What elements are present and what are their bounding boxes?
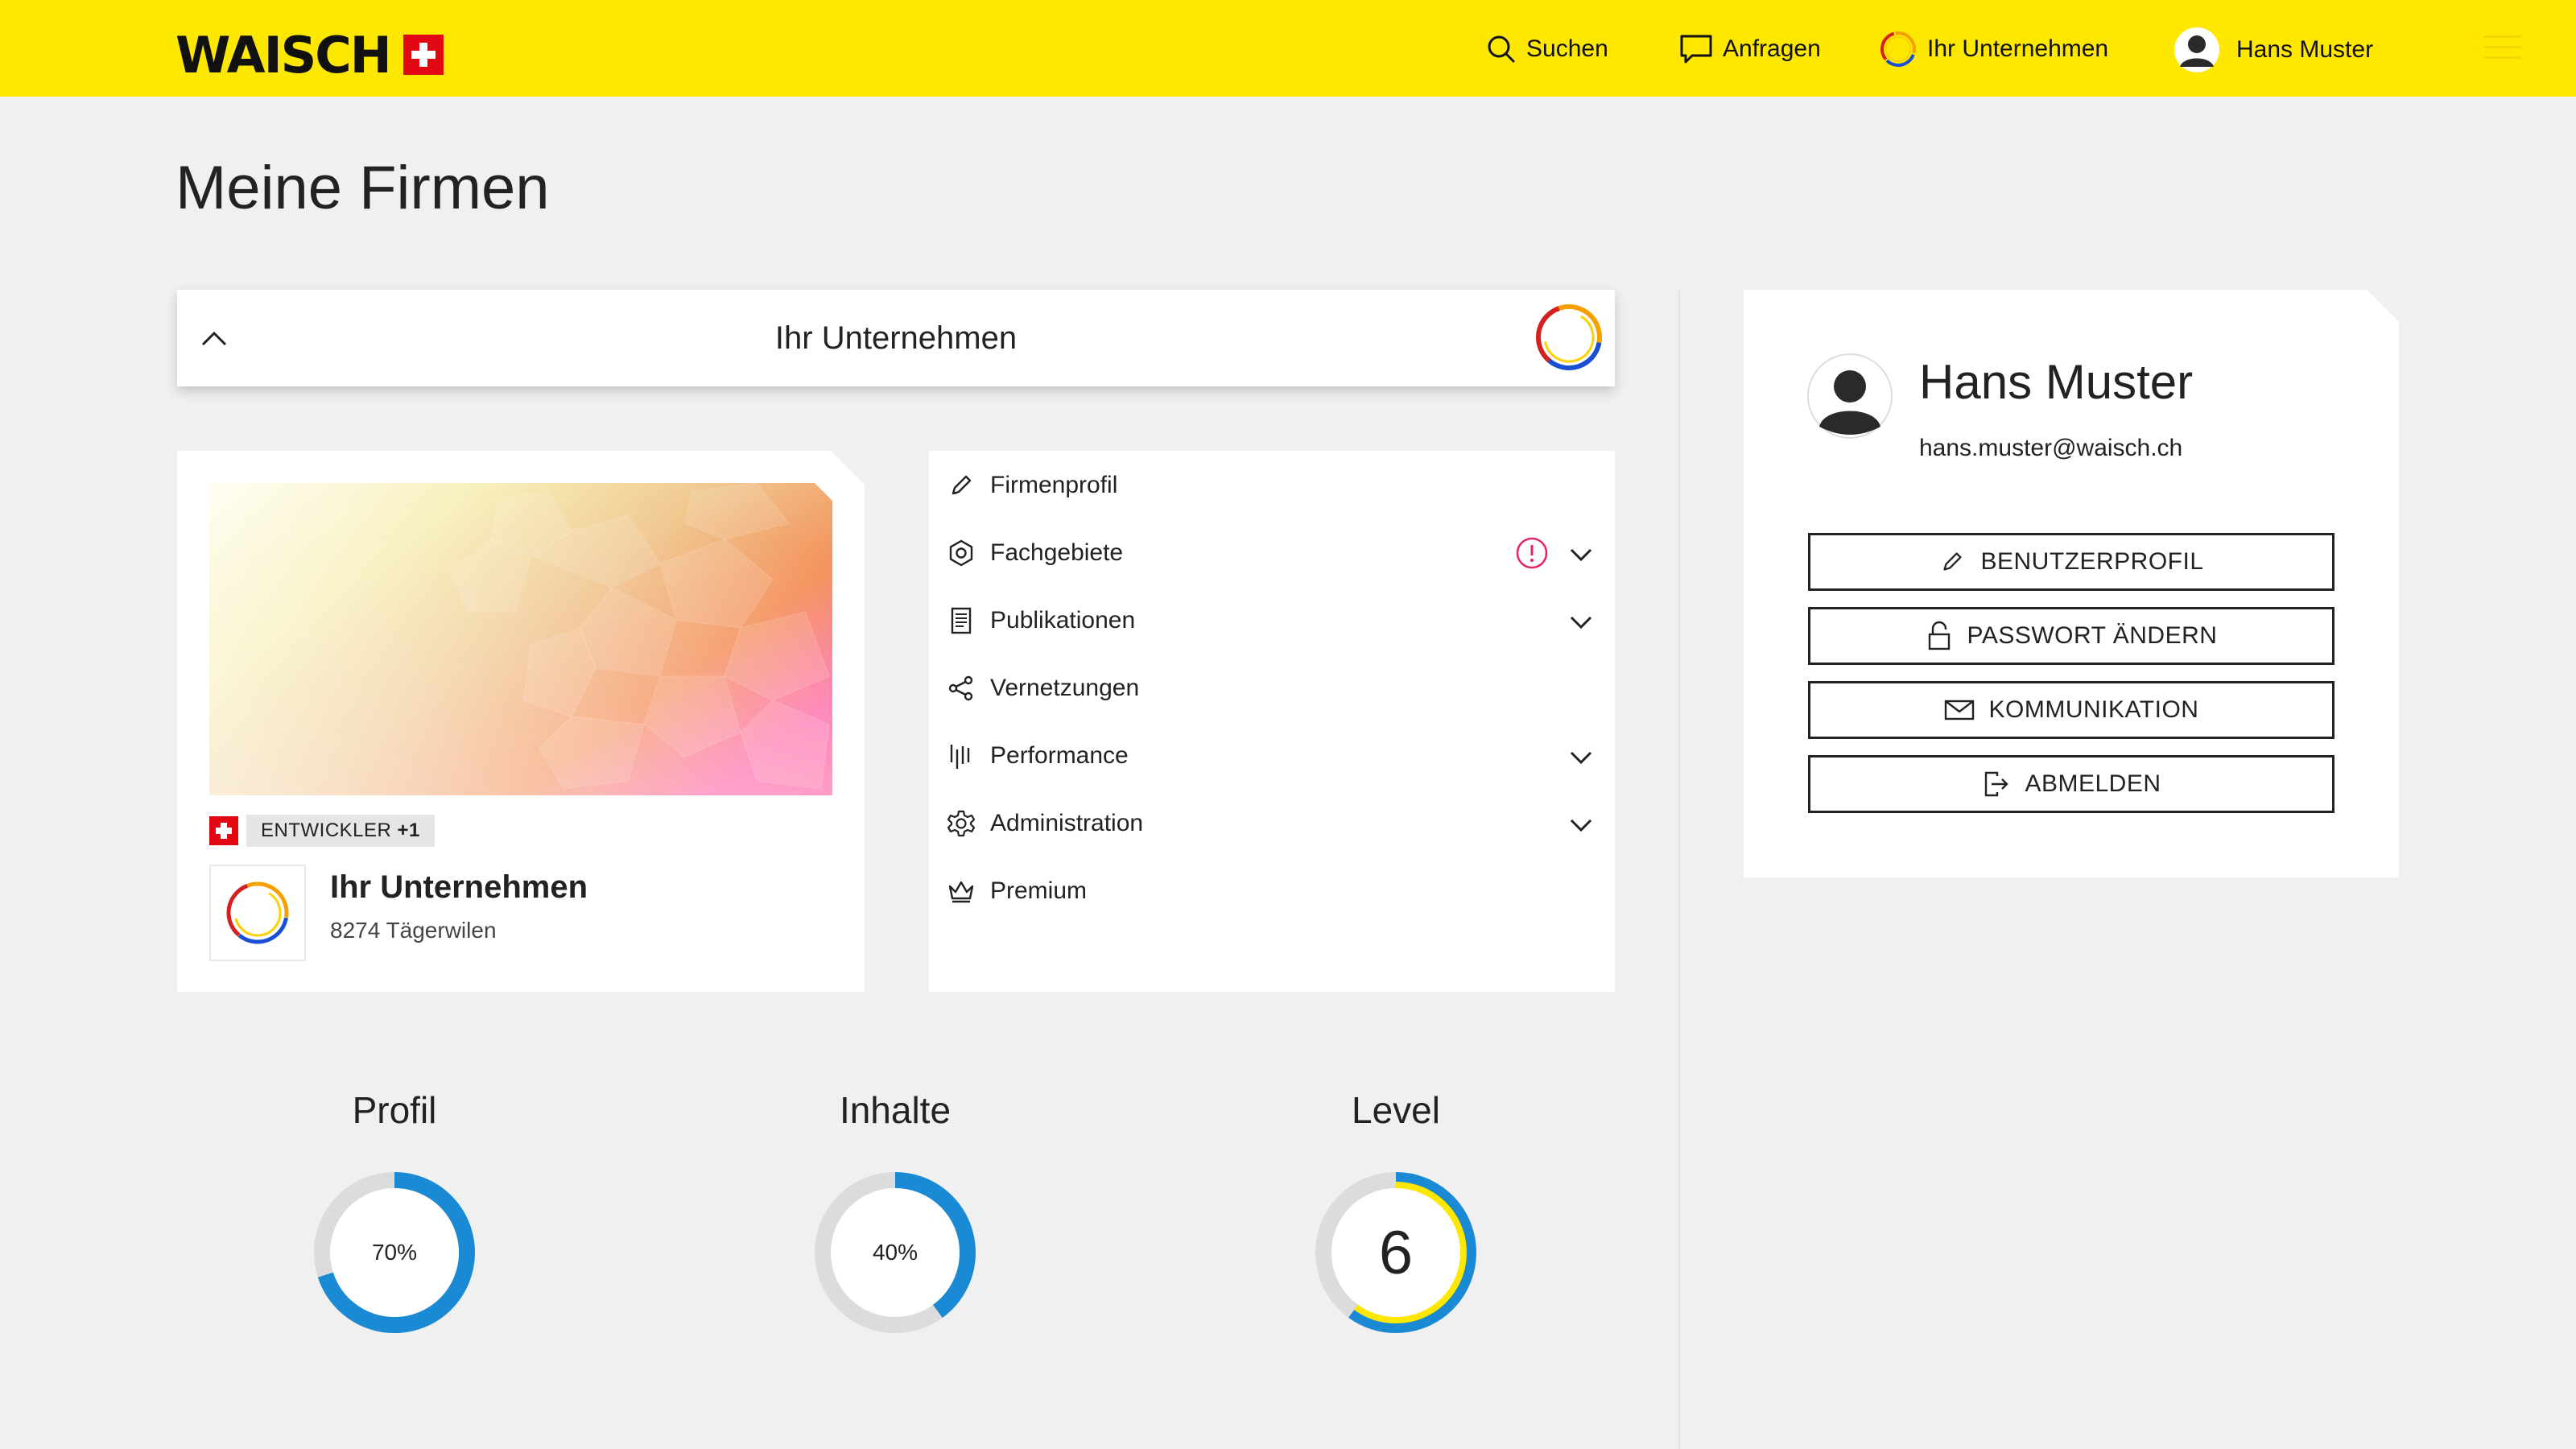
- nav-company-label: Ihr Unternehmen: [1927, 35, 2109, 62]
- stat-title-profile: Profil: [352, 1089, 437, 1131]
- user-card: Hans Muster hans.muster@waisch.ch BENUTZ…: [1744, 290, 2399, 877]
- company-card[interactable]: ENTWICKLER +1 Ihr Unternehmen 8274 Täger…: [177, 451, 865, 992]
- menu-item-firmenprofil[interactable]: Firmenprofil: [929, 457, 1615, 514]
- menu-hamburger-icon[interactable]: [2484, 35, 2521, 61]
- profile-percent: 70%: [371, 1240, 418, 1265]
- gear-icon: [947, 810, 976, 837]
- cover-image: [209, 483, 832, 795]
- stat-title-level: Level: [1352, 1089, 1440, 1131]
- category-badge-label: ENTWICKLER: [261, 819, 392, 841]
- search-icon: [1488, 35, 1515, 63]
- stat-title-content: Inhalte: [839, 1089, 952, 1131]
- category-badge-extra: +1: [397, 819, 420, 841]
- logout-icon: [1985, 771, 2009, 797]
- column-divider: [1678, 290, 1680, 1449]
- change-password-button-label: PASSWORT ÄNDERN: [1967, 622, 2218, 649]
- nav-company[interactable]: Ihr Unternehmen: [1879, 29, 2108, 69]
- menu-item-performance[interactable]: Performance: [929, 728, 1615, 784]
- menu-item-premium[interactable]: Premium: [929, 863, 1615, 919]
- menu-item-label: Fachgebiete: [990, 539, 1124, 566]
- hexagon-icon: [949, 539, 973, 567]
- pencil-icon: [952, 475, 972, 495]
- menu-item-label: Administration: [990, 810, 1144, 836]
- page-title: Meine Firmen: [175, 154, 550, 222]
- communication-button[interactable]: KOMMUNIKATION: [1808, 681, 2334, 739]
- company-menu: Firmenprofil Fachgebiete Publikationen V…: [929, 451, 1615, 992]
- nav-requests-label: Anfragen: [1723, 35, 1821, 62]
- company-location: 8274 Tägerwilen: [330, 918, 497, 943]
- category-tag-row: ENTWICKLER +1: [209, 815, 435, 847]
- swiss-flag-icon: [209, 816, 238, 845]
- envelope-icon: [1944, 700, 1974, 720]
- company-logo-icon: [1536, 304, 1602, 370]
- category-badge: ENTWICKLER +1: [246, 815, 435, 847]
- nav-search[interactable]: Suchen: [1486, 29, 1608, 69]
- company-logo-icon: [226, 881, 289, 944]
- menu-item-label: Firmenprofil: [990, 472, 1118, 498]
- company-name[interactable]: Ihr Unternehmen: [330, 869, 588, 906]
- menu-item-label: Premium: [990, 877, 1088, 904]
- content-percent: 40%: [872, 1240, 919, 1265]
- company-logo: [209, 865, 306, 961]
- chat-icon: [1680, 35, 1712, 64]
- nav-requests[interactable]: Anfragen: [1679, 29, 1821, 69]
- avatar: [1807, 353, 1893, 439]
- logout-button-label: ABMELDEN: [2025, 770, 2161, 797]
- logout-button[interactable]: ABMELDEN: [1808, 755, 2334, 813]
- user-profile-button-label: BENUTZERPROFIL: [1980, 548, 2204, 575]
- menu-item-fachgebiete[interactable]: Fachgebiete: [929, 525, 1615, 581]
- company-accordion-header[interactable]: Ihr Unternehmen: [177, 290, 1615, 386]
- bars-icon: [950, 745, 970, 769]
- chevron-down-icon[interactable]: [1568, 610, 1594, 633]
- pencil-icon: [1943, 552, 1963, 571]
- user-email: hans.muster@waisch.ch: [1919, 435, 2183, 461]
- logo-text: WAISCH: [175, 25, 392, 85]
- lock-icon: [1928, 621, 1950, 650]
- change-password-button[interactable]: PASSWORT ÄNDERN: [1808, 607, 2334, 665]
- swiss-flag-icon: [402, 35, 444, 75]
- chevron-down-icon[interactable]: [1568, 813, 1594, 836]
- accordion-title: Ihr Unternehmen: [774, 320, 1018, 356]
- user-profile-button[interactable]: BENUTZERPROFIL: [1808, 533, 2334, 591]
- company-logo-icon: [1880, 31, 1916, 67]
- nav-user[interactable]: Hans Muster: [2174, 26, 2373, 74]
- menu-item-administration[interactable]: Administration: [929, 795, 1615, 852]
- nav-search-label: Suchen: [1526, 35, 1608, 62]
- menu-item-publikationen[interactable]: Publikationen: [929, 592, 1615, 649]
- nav-user-label: Hans Muster: [2236, 36, 2374, 63]
- avatar-icon: [2174, 27, 2219, 72]
- waisch-logo[interactable]: WAISCH: [175, 26, 444, 85]
- menu-item-label: Performance: [990, 742, 1129, 769]
- menu-item-label: Publikationen: [990, 607, 1136, 634]
- level-value: 6: [1378, 1218, 1414, 1287]
- top-bar: WAISCH Suchen Anfragen Ihr Unternehmen H…: [0, 0, 2576, 97]
- user-name: Hans Muster: [1919, 355, 2194, 409]
- share-icon: [948, 675, 973, 701]
- crown-icon: [948, 881, 974, 903]
- chevron-down-icon[interactable]: [1568, 543, 1594, 565]
- alert-icon: [1516, 537, 1548, 569]
- chevron-down-icon[interactable]: [1568, 745, 1594, 768]
- menu-item-label: Vernetzungen: [990, 675, 1140, 701]
- menu-item-vernetzungen[interactable]: Vernetzungen: [929, 660, 1615, 716]
- communication-button-label: KOMMUNIKATION: [1988, 696, 2199, 723]
- document-icon: [951, 607, 972, 634]
